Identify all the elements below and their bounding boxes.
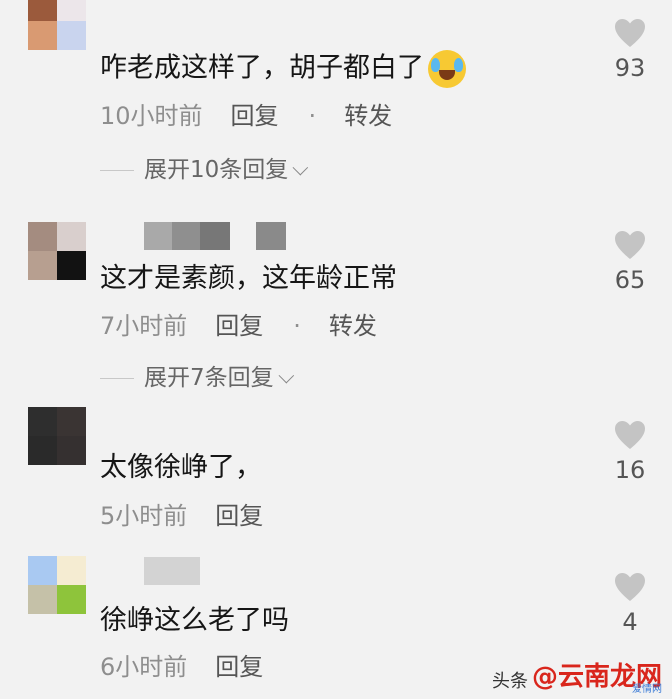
divider-line [100, 169, 134, 171]
comment-time: 5小时前 [100, 502, 188, 530]
comment-time: 7小时前 [100, 312, 188, 340]
watermark-source: 头条 [491, 671, 528, 692]
like-button[interactable]: 4 [610, 572, 650, 636]
like-button[interactable]: 16 [610, 420, 650, 484]
like-count: 93 [614, 54, 646, 82]
separator-dot: · [308, 102, 317, 130]
comment-time: 10小时前 [100, 102, 203, 130]
heart-icon [615, 19, 645, 47]
watermark: 头条 @云南龙网 爱情网 [491, 656, 662, 695]
crying-laughing-emoji [428, 50, 466, 88]
expand-replies-label: 展开10条回复 [144, 157, 289, 183]
comment-meta: 10小时前 回复 · 转发 [100, 101, 392, 131]
avatar[interactable] [28, 407, 86, 465]
watermark-small: 爱情网 [632, 684, 662, 695]
like-count: 16 [614, 456, 646, 484]
forward-button[interactable]: 转发 [344, 101, 392, 131]
avatar[interactable] [28, 556, 86, 614]
username-blurred [144, 557, 200, 585]
forward-button[interactable]: 转发 [329, 311, 377, 341]
comment-time: 6小时前 [100, 653, 188, 681]
chevron-down-icon [292, 159, 309, 175]
reply-button[interactable]: 回复 [215, 311, 263, 341]
reply-button[interactable]: 回复 [231, 101, 279, 131]
comment-text: 徐峥这么老了吗 [100, 605, 289, 636]
comment-text: 这才是素颜，这年龄正常 [100, 263, 397, 294]
like-count: 4 [622, 608, 638, 636]
separator-dot: · [293, 312, 301, 340]
like-button[interactable]: 93 [610, 18, 650, 82]
reply-button[interactable]: 回复 [215, 501, 263, 531]
expand-replies-label: 展开7条回复 [144, 365, 274, 391]
comment-text: 咋老成这样了，胡子都白了 [100, 50, 466, 88]
avatar[interactable] [28, 222, 86, 280]
comment-meta: 5小时前 回复 [100, 501, 263, 531]
heart-icon [615, 231, 645, 259]
username-blurred [144, 222, 286, 250]
expand-replies-button[interactable]: 展开7条回复 [100, 363, 294, 393]
comment-meta: 7小时前 回复 · 转发 [100, 311, 377, 341]
heart-icon [615, 421, 645, 449]
divider-line [100, 377, 134, 379]
heart-icon [615, 573, 645, 601]
reply-button[interactable]: 回复 [215, 652, 263, 682]
avatar[interactable] [28, 0, 86, 50]
like-count: 65 [614, 266, 646, 294]
comment-meta: 6小时前 回复 [100, 652, 263, 682]
comment-text: 太像徐峥了， [100, 452, 262, 483]
like-button[interactable]: 65 [610, 230, 650, 294]
chevron-down-icon [278, 367, 294, 383]
expand-replies-button[interactable]: 展开10条回复 [100, 155, 309, 185]
